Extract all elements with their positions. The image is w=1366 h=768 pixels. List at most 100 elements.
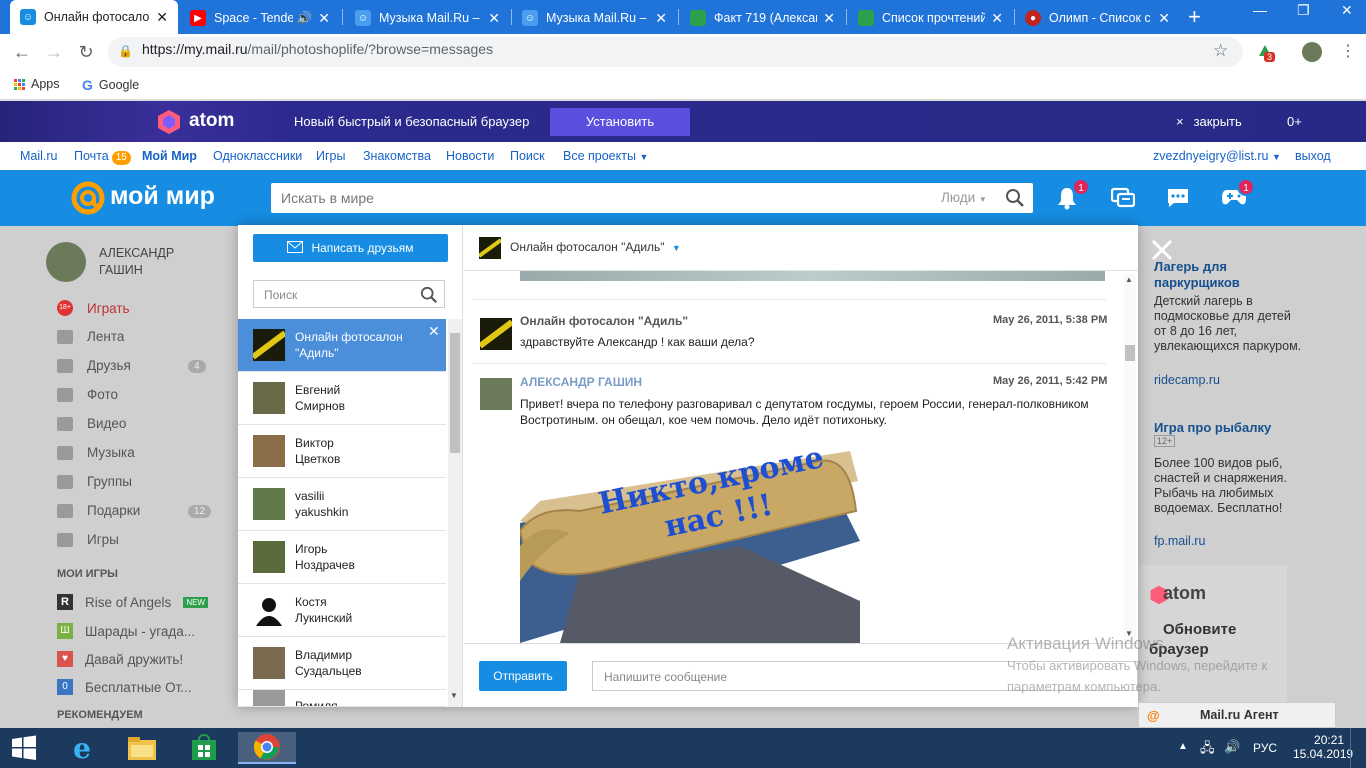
menu-kebab-icon[interactable]: ⋮: [1340, 41, 1356, 61]
sidebar-item-friends[interactable]: Друзья: [57, 358, 131, 373]
conversation-scrollbar[interactable]: [1124, 273, 1136, 643]
portal-link-mailru[interactable]: Mail.ru: [20, 149, 58, 163]
new-tab-icon[interactable]: +: [1188, 4, 1201, 30]
contact-item[interactable]: vasilii yakushkin: [238, 478, 446, 531]
tab-active[interactable]: ☺ Онлайн фотосалон ✕: [10, 0, 178, 34]
profile-avatar[interactable]: [1302, 42, 1322, 62]
bookmark-google[interactable]: G Google: [82, 77, 139, 93]
clock[interactable]: 20:21 15.04.2019: [1293, 733, 1353, 761]
portal-link-moymir[interactable]: Мой Мир: [142, 149, 197, 163]
forward-icon[interactable]: →: [42, 40, 66, 64]
message-image[interactable]: Никто,кроме нас !!!: [520, 451, 860, 643]
tab[interactable]: Список прочтений ✕: [848, 2, 1013, 34]
sidebar-item-photo[interactable]: Фото: [57, 387, 118, 402]
audio-icon[interactable]: 🔊: [297, 11, 313, 26]
bookmark-apps[interactable]: Apps: [14, 77, 60, 91]
file-explorer-icon[interactable]: [118, 732, 166, 764]
contact-item[interactable]: Ромиля: [238, 690, 446, 707]
sidebar-item-play[interactable]: 18+ Играть: [57, 300, 130, 316]
sidebar-item-feed[interactable]: Лента: [57, 329, 124, 344]
message-author[interactable]: Онлайн фотосалон "Адиль": [520, 314, 688, 328]
moymir-at-logo-icon[interactable]: [71, 181, 105, 215]
game-item[interactable]: ♥ Давай дружить!: [57, 651, 183, 667]
close-tab-icon[interactable]: ✕: [823, 10, 835, 27]
search-icon[interactable]: [420, 286, 438, 307]
close-tab-icon[interactable]: ✕: [488, 10, 500, 27]
tab[interactable]: ☺ Музыка Mail.Ru – с ✕: [345, 2, 510, 34]
show-desktop-button[interactable]: [1350, 728, 1366, 768]
ad-title[interactable]: Лагерь для паркурщиков: [1154, 259, 1304, 291]
contact-item[interactable]: Виктор Цветков: [238, 425, 446, 478]
sidebar-item-music[interactable]: Музыка: [57, 445, 135, 460]
scroll-up-arrow-icon[interactable]: ▲: [1125, 275, 1133, 284]
bookmark-star-icon[interactable]: ☆: [1213, 41, 1228, 61]
contact-item[interactable]: Онлайн фотосалон "Адиль" ✕: [238, 319, 446, 372]
network-icon[interactable]: 🖧: [1200, 739, 1215, 761]
chrome-taskbar-icon[interactable]: [238, 732, 296, 764]
close-tab-icon[interactable]: ✕: [1158, 10, 1170, 27]
search-scope-select[interactable]: Люди ▼: [941, 190, 987, 205]
moymir-logo-text[interactable]: мой мир: [110, 182, 215, 211]
portal-link-news[interactable]: Новости: [446, 149, 494, 163]
windows-start-icon[interactable]: [0, 732, 48, 764]
contact-item[interactable]: Костя Лукинский: [238, 584, 446, 637]
url-text[interactable]: https://my.mail.ru/mail/photoshoplife/?b…: [142, 41, 493, 57]
contact-search-input[interactable]: Поиск: [264, 288, 297, 302]
portal-link-ok[interactable]: Одноклассники: [213, 149, 302, 163]
sidebar-user-name[interactable]: АЛЕКСАНДР ГАШИН: [99, 245, 189, 279]
sidebar-item-games[interactable]: Игры: [57, 532, 119, 547]
conversation-title[interactable]: Онлайн фотосалон "Адиль" ▼: [510, 240, 681, 254]
minimize-icon[interactable]: —: [1253, 2, 1267, 18]
close-tab-icon[interactable]: ✕: [655, 10, 667, 27]
sidebar-item-gifts[interactable]: Подарки: [57, 503, 140, 518]
internet-explorer-icon[interactable]: e: [58, 732, 106, 765]
tab[interactable]: ● Олимп - Список с ✕: [1015, 2, 1180, 34]
tab[interactable]: ▶ Space - Tender 🔊 ✕: [180, 2, 340, 34]
contact-item[interactable]: Владимир Суздальцев: [238, 637, 446, 690]
contact-item[interactable]: Евгений Смирнов: [238, 372, 446, 425]
notifications-bell-icon[interactable]: 1: [1056, 178, 1090, 210]
sidebar-item-video[interactable]: Видео: [57, 416, 126, 431]
game-item[interactable]: 0 Бесплатные От...: [57, 679, 192, 695]
ad-title[interactable]: Игра про рыбалку: [1154, 420, 1271, 435]
ad-link[interactable]: fp.mail.ru: [1154, 534, 1205, 548]
user-avatar[interactable]: [46, 242, 86, 282]
portal-link-search[interactable]: Поиск: [510, 149, 545, 163]
message-avatar[interactable]: [480, 378, 512, 410]
contact-item[interactable]: Игорь Ноздрачев: [238, 531, 446, 584]
message-avatar[interactable]: [478, 318, 514, 350]
portal-link-dating[interactable]: Знакомства: [363, 149, 431, 163]
search-icon[interactable]: [1005, 188, 1025, 211]
send-button[interactable]: Отправить: [479, 661, 567, 691]
scroll-down-arrow-icon[interactable]: ▼: [450, 691, 458, 700]
reload-icon[interactable]: ↻: [74, 40, 98, 64]
ad-link[interactable]: ridecamp.ru: [1154, 373, 1220, 387]
portal-link-mail[interactable]: Почта 15: [74, 149, 131, 165]
game-item[interactable]: Ш Шарады - угада...: [57, 623, 195, 639]
chats-icon[interactable]: [1110, 186, 1137, 210]
write-friends-button[interactable]: Написать друзьям: [253, 234, 448, 262]
sidebar-item-groups[interactable]: Группы: [57, 474, 132, 489]
tab[interactable]: ☺ Музыка Mail.Ru – с ✕: [512, 2, 677, 34]
show-hidden-icons-icon[interactable]: ▲: [1178, 741, 1188, 752]
mailru-agent-bar[interactable]: @ Mail.ru Агент: [1138, 702, 1336, 728]
close-dialog-icon[interactable]: [1150, 238, 1174, 262]
input-language[interactable]: РУС: [1253, 741, 1277, 755]
extension-icon[interactable]: 3: [1256, 42, 1276, 62]
contacts-scrollbar-thumb[interactable]: [450, 333, 460, 453]
conversation-scrollbar-thumb[interactable]: [1125, 345, 1135, 361]
user-email[interactable]: zvezdnyeigry@list.ru ▼: [1153, 149, 1281, 163]
close-tab-icon[interactable]: ✕: [318, 10, 330, 27]
close-tab-icon[interactable]: ✕: [156, 9, 168, 26]
close-window-icon[interactable]: ✕: [1341, 2, 1353, 19]
volume-icon[interactable]: 🔊: [1224, 739, 1240, 755]
back-icon[interactable]: ←: [10, 40, 34, 64]
restore-icon[interactable]: ❐: [1297, 2, 1310, 19]
atom-install-button[interactable]: Установить: [550, 108, 690, 136]
game-item[interactable]: R Rise of Angels NEW: [57, 594, 208, 610]
messages-icon[interactable]: [1166, 186, 1192, 210]
close-tab-icon[interactable]: ✕: [991, 10, 1003, 27]
lock-icon[interactable]: 🔒: [118, 44, 133, 58]
atom-close-button[interactable]: × закрыть: [1176, 114, 1242, 129]
remove-contact-icon[interactable]: ✕: [428, 323, 440, 340]
